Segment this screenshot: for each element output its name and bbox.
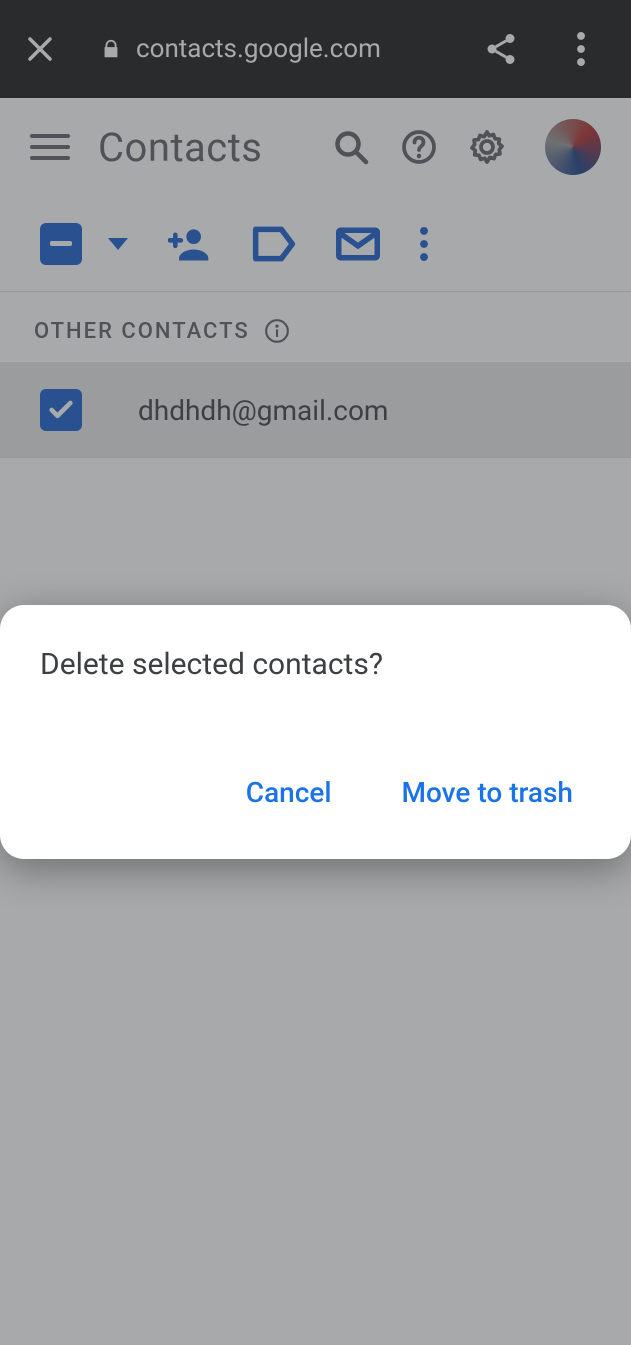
move-to-trash-button[interactable]: Move to trash [384,760,591,825]
dialog-title: Delete selected contacts? [40,647,591,682]
dialog-actions: Cancel Move to trash [40,760,591,825]
cancel-button[interactable]: Cancel [228,760,350,825]
confirm-dialog: Delete selected contacts? Cancel Move to… [0,605,631,859]
app-surface: Contacts OTHER CON [0,98,631,1345]
